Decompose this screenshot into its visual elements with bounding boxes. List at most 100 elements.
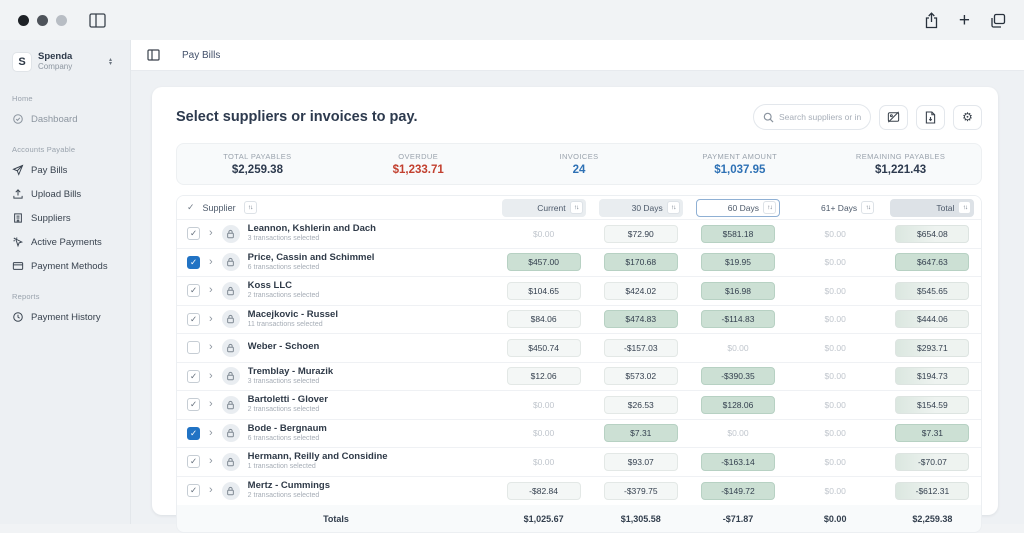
document-button[interactable] (916, 105, 945, 130)
expand-chevron-icon[interactable]: › (208, 456, 214, 467)
sidebar-item-payment-methods[interactable]: Payment Methods (0, 254, 130, 278)
row-checkbox[interactable] (187, 341, 200, 354)
column-header-30-days[interactable]: 30 Days↑↓ (599, 199, 683, 217)
column-header-label: 61+ Days (821, 203, 857, 213)
row-checkbox[interactable]: ✓ (187, 256, 200, 269)
sidebar-toggle-icon[interactable] (89, 13, 106, 28)
column-header-total[interactable]: Total↑↓ (890, 199, 974, 217)
amount-pill[interactable]: $444.06 (895, 310, 969, 328)
row-checkbox[interactable]: ✓ (187, 370, 200, 383)
expand-chevron-icon[interactable]: › (208, 485, 214, 496)
sort-icon[interactable]: ↑↓ (667, 201, 680, 214)
amount-pill[interactable]: -$157.03 (604, 339, 678, 357)
amount-pill[interactable]: $128.06 (701, 396, 775, 414)
amount-pill[interactable]: $545.65 (895, 282, 969, 300)
amount-pill[interactable]: $26.53 (604, 396, 678, 414)
row-checkbox[interactable]: ✓ (187, 455, 200, 468)
amount-pill[interactable]: $93.07 (604, 453, 678, 471)
window-controls (18, 15, 67, 26)
expand-chevron-icon[interactable]: › (208, 342, 214, 353)
row-checkbox[interactable]: ✓ (187, 484, 200, 497)
select-all-checkbox[interactable]: ✓ (187, 202, 195, 213)
expand-chevron-icon[interactable]: › (208, 428, 214, 439)
amount-pill[interactable]: $450.74 (507, 339, 581, 357)
amount-pill[interactable]: -$612.31 (895, 482, 969, 500)
sidebar-item-active-payments[interactable]: Active Payments (0, 230, 130, 254)
stat-label: INVOICES (499, 152, 660, 161)
amount-pill[interactable]: $293.71 (895, 339, 969, 357)
column-header-current[interactable]: Current↑↓ (502, 199, 586, 217)
row-checkbox[interactable]: ✓ (187, 313, 200, 326)
amount-pill[interactable]: -$82.84 (507, 482, 581, 500)
amount-pill[interactable]: $84.06 (507, 310, 581, 328)
window-dot-minimize[interactable] (37, 15, 48, 26)
sort-icon[interactable]: ↑↓ (958, 201, 971, 214)
search-box[interactable] (753, 104, 871, 130)
column-header-61-days[interactable]: 61+ Days ↑↓ (793, 199, 877, 217)
amount-pill[interactable]: -$70.07 (895, 453, 969, 471)
sidebar-item-pay-bills[interactable]: Pay Bills (0, 158, 130, 182)
amount-pill[interactable]: $647.63 (895, 253, 969, 271)
sidebar-item-upload-bills[interactable]: Upload Bills (0, 182, 130, 206)
sort-icon[interactable]: ↑↓ (861, 201, 874, 214)
row-checkbox[interactable]: ✓ (187, 284, 200, 297)
window-dot-maximize[interactable] (56, 15, 67, 26)
amount-value: $0.00 (825, 428, 846, 438)
lock-icon (226, 343, 235, 353)
tab-overview-icon[interactable] (990, 13, 1006, 28)
amount-pill[interactable]: $7.31 (895, 424, 969, 442)
supplier-name: Macejkovic - Russel (248, 310, 338, 321)
amount-pill[interactable]: $170.68 (604, 253, 678, 271)
amount-pill[interactable]: -$163.14 (701, 453, 775, 471)
amount-pill[interactable]: $573.02 (604, 367, 678, 385)
expand-chevron-icon[interactable]: › (208, 314, 214, 325)
image-off-button[interactable] (879, 105, 908, 130)
amount-pill[interactable]: $457.00 (507, 253, 581, 271)
window-dot-close[interactable] (18, 15, 29, 26)
transactions-selected: 2 transactions selected (248, 406, 328, 414)
amount-pill[interactable]: -$390.35 (701, 367, 775, 385)
amount-value: $0.00 (727, 428, 748, 438)
share-icon[interactable] (924, 12, 939, 29)
row-checkbox[interactable]: ✓ (187, 427, 200, 440)
amount-pill[interactable]: -$379.75 (604, 482, 678, 500)
new-tab-icon[interactable]: + (959, 11, 970, 30)
amount-pill[interactable]: $16.98 (701, 282, 775, 300)
amount-pill[interactable]: $154.59 (895, 396, 969, 414)
expand-chevron-icon[interactable]: › (208, 257, 214, 268)
amount-pill[interactable]: $654.08 (895, 225, 969, 243)
amount-pill[interactable]: $194.73 (895, 367, 969, 385)
chevron-updown-icon[interactable]: ▴▾ (109, 58, 112, 67)
expand-chevron-icon[interactable]: › (208, 399, 214, 410)
amount-pill[interactable]: $12.06 (507, 367, 581, 385)
column-header-60-days[interactable]: 60 Days↑↓ (696, 199, 780, 217)
amount-pill[interactable]: $581.18 (701, 225, 775, 243)
amount-pill[interactable]: $104.65 (507, 282, 581, 300)
expand-chevron-icon[interactable]: › (208, 285, 214, 296)
amount-pill[interactable]: $424.02 (604, 282, 678, 300)
amount-pill[interactable]: $7.31 (604, 424, 678, 442)
amount-pill[interactable]: -$114.83 (701, 310, 775, 328)
amount-pill[interactable]: $474.83 (604, 310, 678, 328)
company-selector[interactable]: S Spenda Company ▴▾ (0, 46, 130, 82)
sort-supplier-icon[interactable]: ↑↓ (244, 201, 257, 214)
collapse-sidebar-icon[interactable] (147, 49, 160, 61)
row-checkbox[interactable]: ✓ (187, 398, 200, 411)
payment-methods-icon (12, 260, 24, 272)
sidebar-item-suppliers[interactable]: Suppliers (0, 206, 130, 230)
stat-label: PAYMENT AMOUNT (659, 152, 820, 161)
expand-chevron-icon[interactable]: › (208, 371, 214, 382)
sort-icon[interactable]: ↑↓ (570, 201, 583, 214)
amount-pill[interactable]: $19.95 (701, 253, 775, 271)
supplier-avatar (222, 367, 240, 385)
row-checkbox[interactable]: ✓ (187, 227, 200, 240)
sidebar-item-payment-history[interactable]: Payment History (0, 305, 130, 329)
search-input[interactable] (779, 112, 861, 122)
sort-icon[interactable]: ↑↓ (763, 201, 776, 214)
stat-payment-amount: PAYMENT AMOUNT$1,037.95 (659, 152, 820, 176)
expand-chevron-icon[interactable]: › (208, 228, 214, 239)
settings-button[interactable]: ⚙ (953, 105, 982, 130)
sidebar-item-dashboard[interactable]: Dashboard (0, 107, 130, 131)
amount-pill[interactable]: $72.90 (604, 225, 678, 243)
amount-pill[interactable]: -$149.72 (701, 482, 775, 500)
